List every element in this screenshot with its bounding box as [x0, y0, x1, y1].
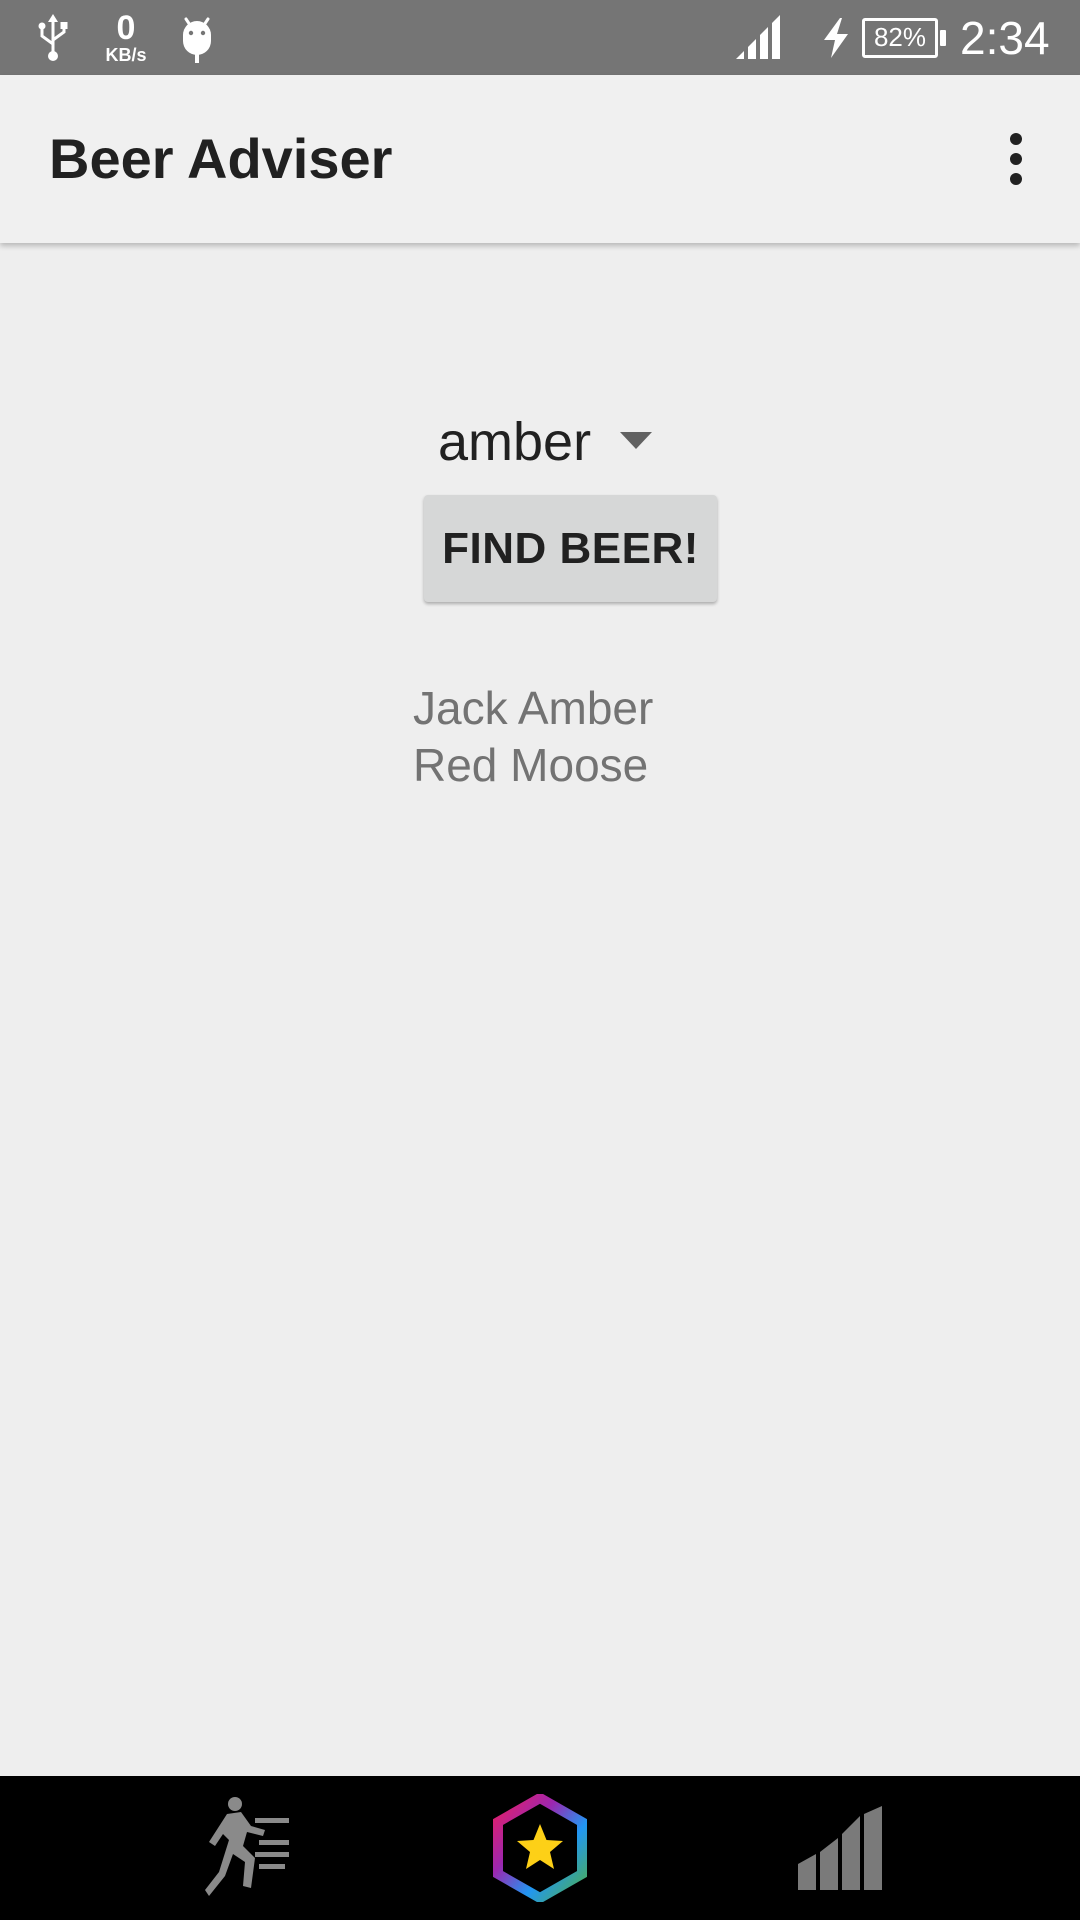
more-vert-icon[interactable] [974, 117, 1058, 201]
screen: 0 KB/s 82% 2:34 Beer Adviser amber FIND … [0, 0, 1080, 1920]
find-beer-button[interactable]: FIND BEER! [424, 495, 717, 602]
star-hexagon-icon[interactable] [480, 1776, 600, 1920]
result-item: Jack Amber [413, 682, 654, 734]
status-clock: 2:34 [960, 11, 1050, 64]
dropdown-arrow-icon [620, 432, 652, 455]
network-speed-unit: KB/s [105, 45, 147, 65]
status-bar: 0 KB/s 82% 2:34 [0, 0, 1080, 75]
network-speed: 0 KB/s [100, 0, 152, 75]
result-item: Red Moose [413, 739, 649, 791]
charging-icon [822, 0, 850, 75]
android-debug-icon [178, 0, 216, 75]
beer-results: Jack Amber Red Moose [413, 680, 653, 794]
battery-percent: 82% [873, 22, 927, 52]
color-spinner-value: amber [438, 412, 592, 472]
running-icon[interactable] [190, 1776, 310, 1920]
app-title: Beer Adviser [49, 127, 393, 190]
usb-icon [34, 0, 72, 75]
app-bar: Beer Adviser [0, 75, 1080, 243]
battery-icon: 82% [862, 0, 946, 75]
color-spinner[interactable]: amber [428, 402, 678, 482]
network-speed-value: 0 [116, 9, 136, 47]
bottom-navigation [0, 1776, 1080, 1920]
bar-chart-icon[interactable] [780, 1776, 900, 1920]
signal-icon [734, 0, 782, 75]
